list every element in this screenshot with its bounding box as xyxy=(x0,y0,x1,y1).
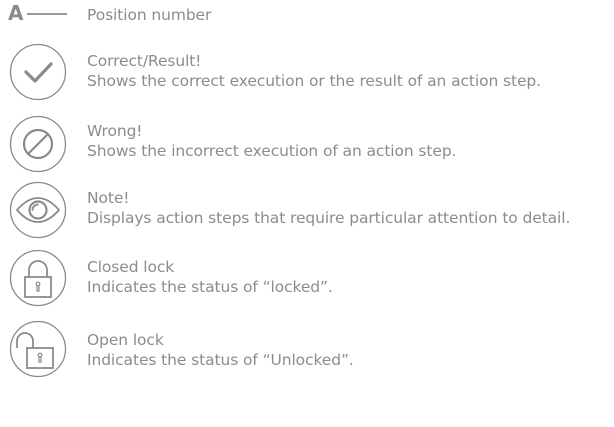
checkmark-icon xyxy=(9,43,67,101)
entry-title: Closed lock xyxy=(87,258,175,276)
entry-title: Wrong! xyxy=(87,122,143,140)
open-lock-icon xyxy=(9,320,67,378)
position-number-label: Position number xyxy=(87,6,212,24)
entry-description: Displays action steps that require parti… xyxy=(87,209,571,227)
closed-lock-icon xyxy=(9,249,67,307)
eye-icon xyxy=(9,181,67,239)
entry-description: Indicates the status of “locked”. xyxy=(87,278,333,296)
entry-title: Correct/Result! xyxy=(87,52,202,70)
entry-title: Open lock xyxy=(87,331,164,349)
prohibited-icon xyxy=(9,115,67,173)
entry-description: Shows the correct execution or the resul… xyxy=(87,72,541,90)
entry-description: Indicates the status of “Unlocked”. xyxy=(87,351,354,369)
entry-title: Note! xyxy=(87,189,130,207)
position-leader-line xyxy=(27,13,67,15)
position-letter: A xyxy=(8,1,24,25)
entry-description: Shows the incorrect execution of an acti… xyxy=(87,142,457,160)
